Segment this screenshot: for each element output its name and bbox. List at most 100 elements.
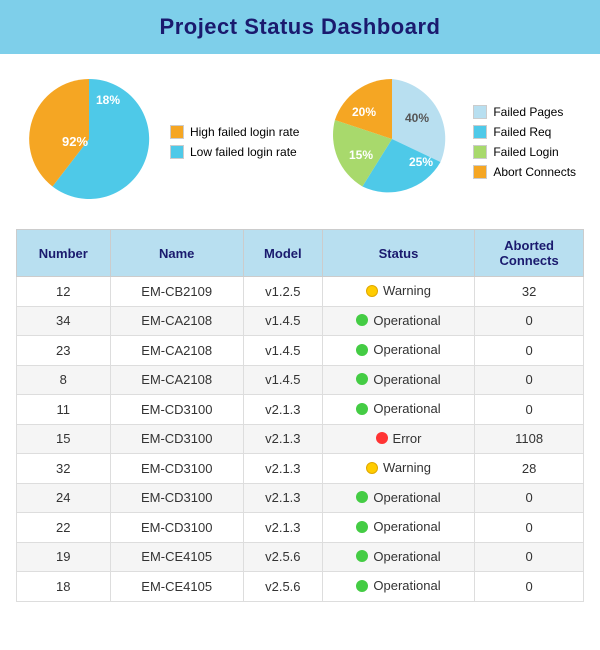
status-label: Operational [373,313,440,328]
status-badge: Operational [356,578,440,593]
cell-name: EM-CD3100 [110,395,243,425]
status-dot [356,314,368,326]
cell-status: Operational [322,542,474,572]
status-table: Number Name Model Status AbortedConnects… [16,229,584,602]
svg-text:20%: 20% [352,105,376,119]
chart1-legend: High failed login rate Low failed login … [170,125,299,159]
cell-number: 22 [17,513,111,543]
legend-item-low-failed: Low failed login rate [170,145,299,159]
col-aborted: AbortedConnects [475,230,584,277]
cell-number: 12 [17,277,111,307]
status-dot [356,521,368,533]
status-label: Warning [383,283,431,298]
table-row: 12 EM-CB2109 v1.2.5 Warning 32 [17,277,584,307]
cell-number: 8 [17,365,111,395]
cell-number: 32 [17,454,111,484]
legend-color-orange [170,125,184,139]
status-badge: Warning [366,283,431,298]
cell-number: 24 [17,483,111,513]
status-label: Operational [373,519,440,534]
cell-aborted: 0 [475,542,584,572]
cell-name: EM-CD3100 [110,424,243,454]
cell-aborted: 28 [475,454,584,484]
table-row: 22 EM-CD3100 v2.1.3 Operational 0 [17,513,584,543]
chart2-container: 40% 25% 15% 20% Failed Pages Failed Req … [327,74,576,209]
cell-aborted: 0 [475,306,584,336]
cell-status: Warning [322,277,474,307]
status-dot [366,285,378,297]
status-label: Operational [373,372,440,387]
cell-aborted: 0 [475,395,584,425]
cell-aborted: 0 [475,336,584,366]
status-label: Operational [373,549,440,564]
cell-name: EM-CA2108 [110,365,243,395]
legend-color-green [473,145,487,159]
cell-model: v2.1.3 [243,454,322,484]
legend-color-orange2 [473,165,487,179]
table-row: 32 EM-CD3100 v2.1.3 Warning 28 [17,454,584,484]
legend-label-failed-pages: Failed Pages [493,105,563,119]
svg-text:18%: 18% [96,93,120,107]
status-badge: Error [376,431,422,446]
col-model: Model [243,230,322,277]
status-dot [356,550,368,562]
cell-model: v1.4.5 [243,306,322,336]
table-row: 8 EM-CA2108 v1.4.5 Operational 0 [17,365,584,395]
cell-name: EM-CB2109 [110,277,243,307]
cell-model: v1.4.5 [243,336,322,366]
status-badge: Operational [356,549,440,564]
status-dot [376,432,388,444]
cell-status: Operational [322,572,474,602]
legend-item-abort-connects: Abort Connects [473,165,576,179]
cell-model: v2.5.6 [243,572,322,602]
cell-name: EM-CE4105 [110,572,243,602]
cell-aborted: 0 [475,513,584,543]
legend-color-lightblue [473,105,487,119]
cell-status: Operational [322,365,474,395]
cell-number: 34 [17,306,111,336]
status-dot [366,462,378,474]
status-badge: Operational [356,401,440,416]
cell-status: Operational [322,483,474,513]
svg-text:92%: 92% [62,134,88,149]
cell-aborted: 0 [475,365,584,395]
status-label: Operational [373,490,440,505]
status-badge: Warning [366,460,431,475]
col-number: Number [17,230,111,277]
chart2-pie: 40% 25% 15% 20% [327,74,457,209]
legend-label-abort-connects: Abort Connects [493,165,576,179]
cell-name: EM-CD3100 [110,513,243,543]
cell-name: EM-CD3100 [110,483,243,513]
cell-model: v2.1.3 [243,424,322,454]
table-row: 19 EM-CE4105 v2.5.6 Operational 0 [17,542,584,572]
status-label: Error [393,431,422,446]
cell-name: EM-CD3100 [110,454,243,484]
legend-item-high-failed: High failed login rate [170,125,299,139]
status-dot [356,403,368,415]
status-dot [356,344,368,356]
charts-section: 92% 18% High failed login rate Low faile… [0,54,600,219]
cell-number: 19 [17,542,111,572]
table-row: 24 EM-CD3100 v2.1.3 Operational 0 [17,483,584,513]
status-badge: Operational [356,342,440,357]
status-label: Operational [373,342,440,357]
legend-color-cyan [170,145,184,159]
status-dot [356,580,368,592]
status-badge: Operational [356,519,440,534]
status-badge: Operational [356,372,440,387]
cell-name: EM-CA2108 [110,306,243,336]
cell-number: 15 [17,424,111,454]
cell-number: 18 [17,572,111,602]
cell-status: Operational [322,395,474,425]
svg-text:25%: 25% [409,155,433,169]
status-label: Warning [383,460,431,475]
cell-status: Warning [322,454,474,484]
status-badge: Operational [356,313,440,328]
table-row: 34 EM-CA2108 v1.4.5 Operational 0 [17,306,584,336]
legend-color-cyan2 [473,125,487,139]
cell-model: v2.5.6 [243,542,322,572]
legend-label-high-failed: High failed login rate [190,125,299,139]
svg-text:15%: 15% [349,148,373,162]
cell-number: 11 [17,395,111,425]
legend-item-failed-login: Failed Login [473,145,576,159]
